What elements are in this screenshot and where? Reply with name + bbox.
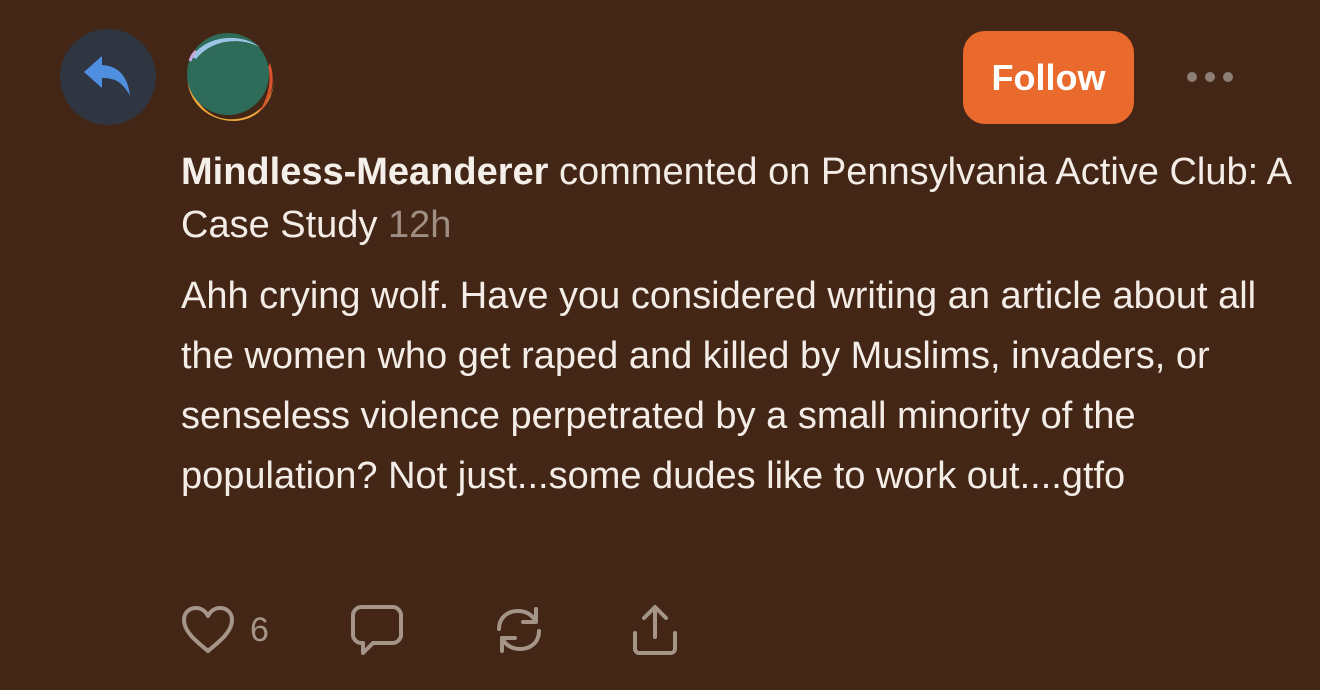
comment-headline: Mindless-Meanderer commented on Pennsylv… xyxy=(181,146,1291,252)
share-icon xyxy=(632,605,677,655)
ellipsis-icon xyxy=(1187,72,1233,82)
follow-button[interactable]: Follow xyxy=(963,31,1134,124)
restack-button[interactable] xyxy=(491,605,547,655)
comment-body: Ahh crying wolf. Have you considered wri… xyxy=(181,275,1257,497)
share-button[interactable] xyxy=(627,603,683,657)
more-options-button[interactable] xyxy=(1180,55,1240,99)
comment-actions: 6 xyxy=(180,600,683,660)
reply-button[interactable] xyxy=(349,603,405,657)
comment-content: Mindless-Meanderer commented on Pennsylv… xyxy=(181,146,1291,506)
reply-notification-badge xyxy=(60,29,156,125)
comment-bubble-icon xyxy=(350,605,403,655)
like-count: 6 xyxy=(250,610,269,649)
author-name[interactable]: Mindless-Meanderer xyxy=(181,151,548,193)
restack-icon xyxy=(496,607,541,653)
user-avatar[interactable] xyxy=(180,29,276,125)
comment-timestamp: 12h xyxy=(388,204,452,246)
reply-arrow-icon xyxy=(84,56,130,96)
like-button[interactable]: 6 xyxy=(180,605,269,655)
heart-icon xyxy=(182,606,234,653)
